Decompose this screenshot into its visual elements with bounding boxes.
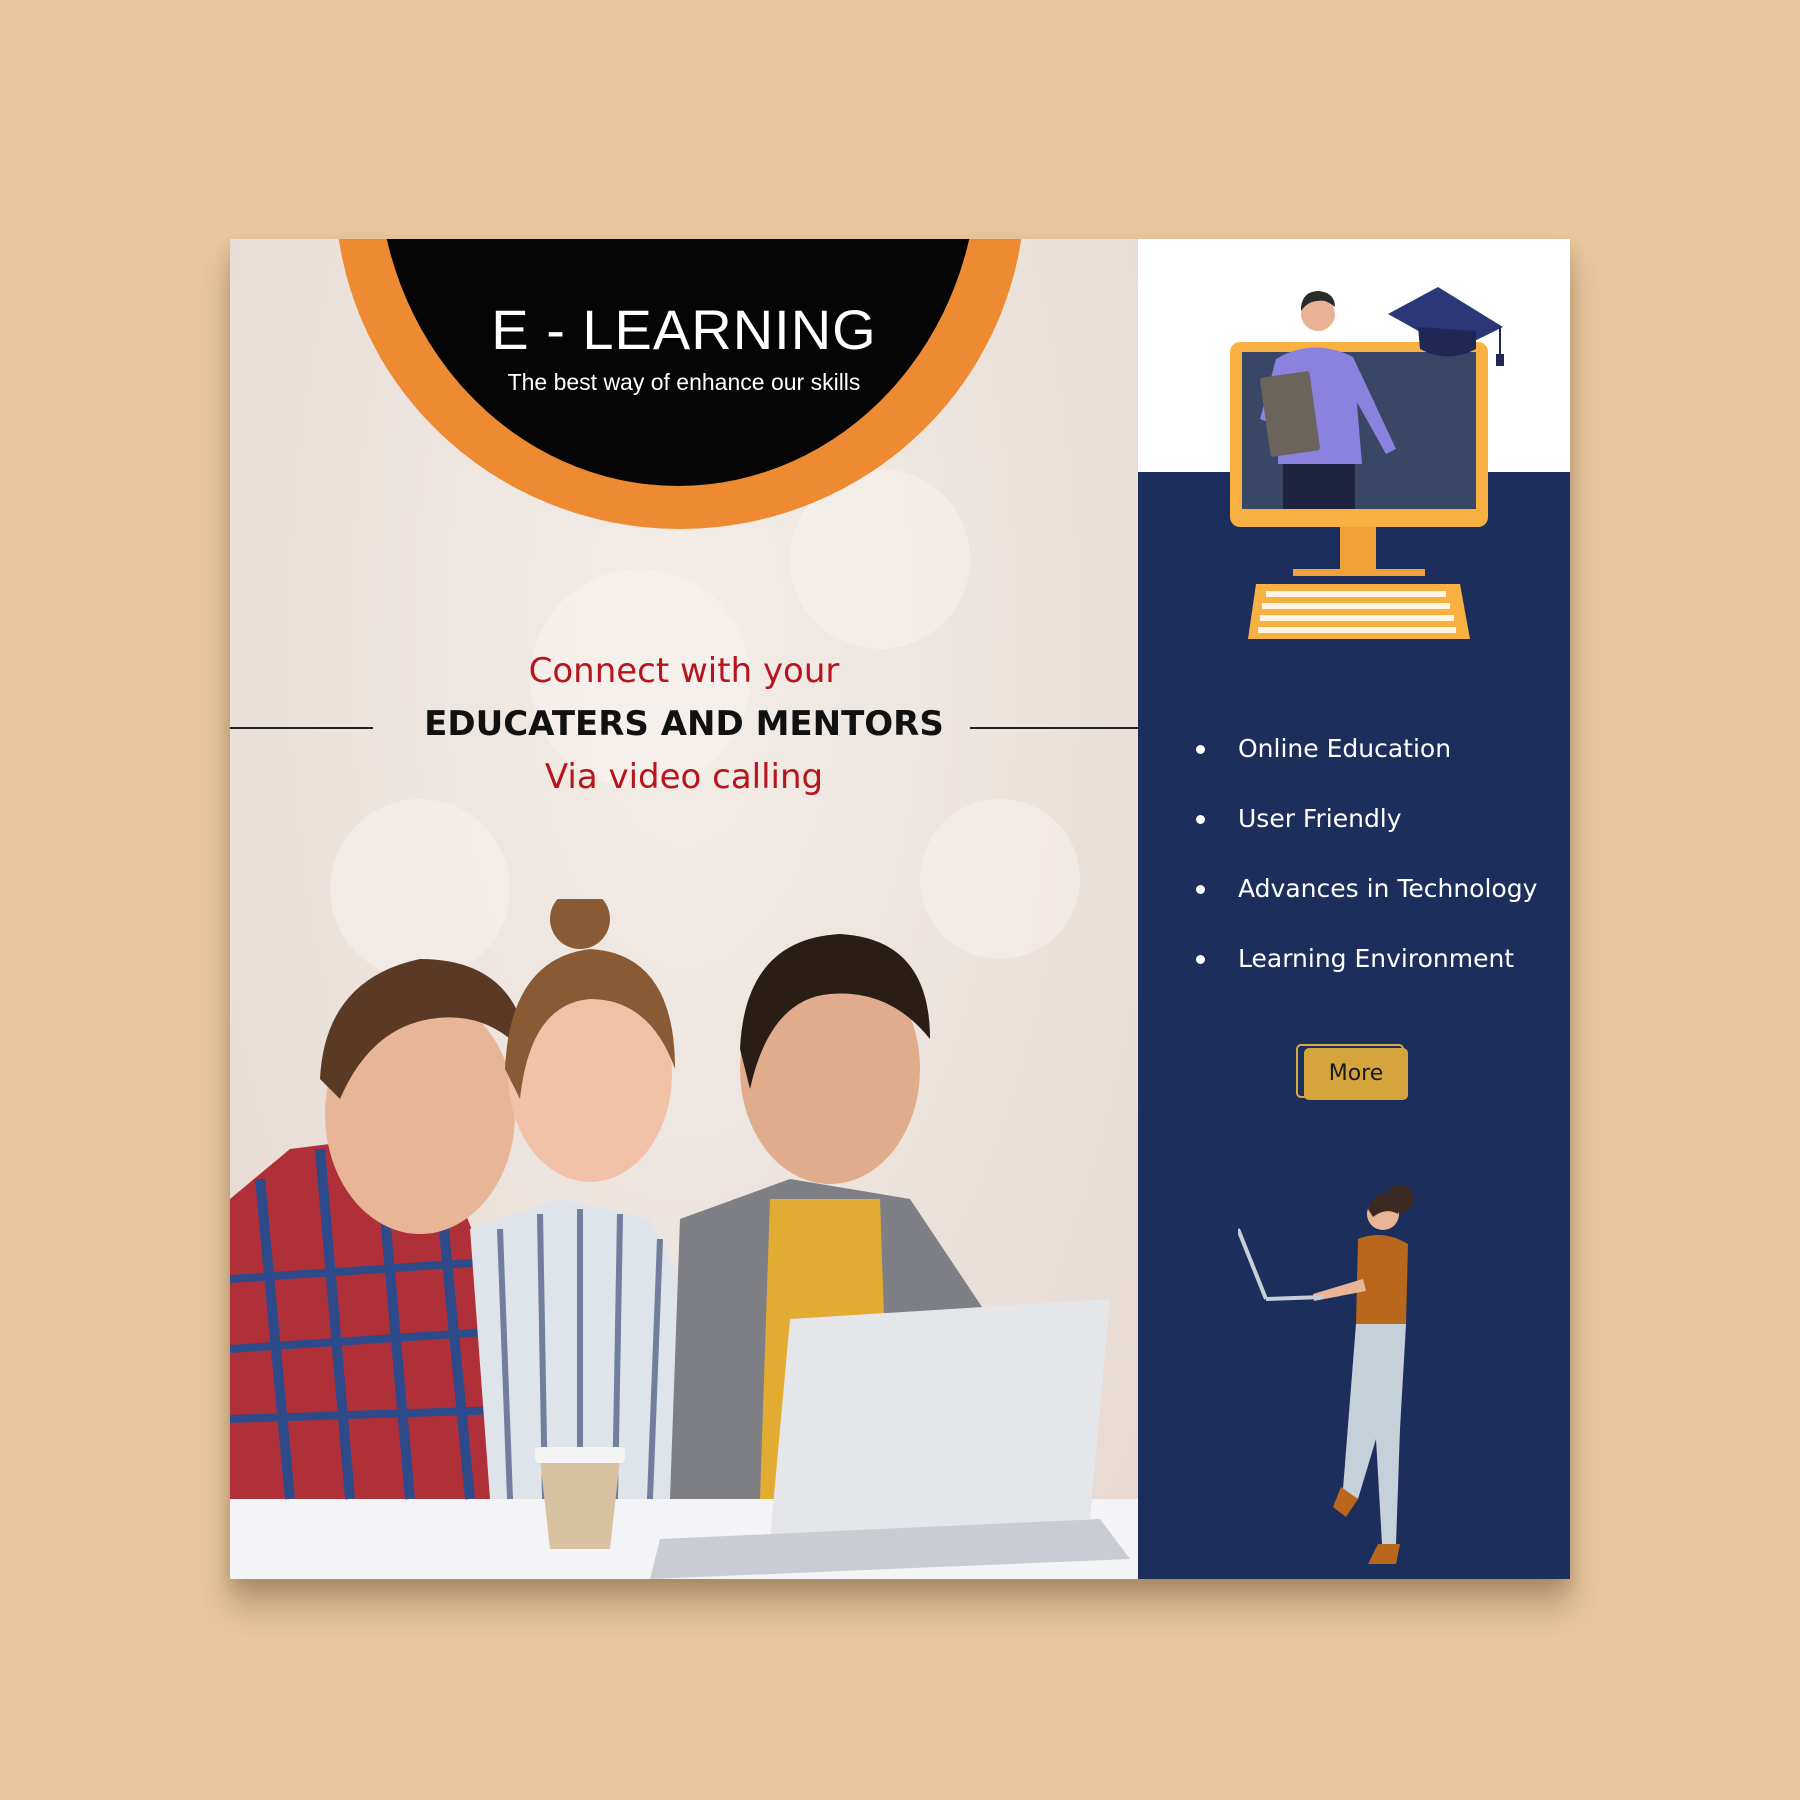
- feature-label: Online Education: [1238, 734, 1452, 763]
- feature-item: Advances in Technology: [1196, 874, 1570, 944]
- feature-item: Online Education: [1196, 734, 1570, 804]
- bullet-icon: [1196, 815, 1205, 824]
- bullet-icon: [1196, 885, 1205, 894]
- feature-label: Advances in Technology: [1238, 874, 1538, 903]
- students-photo: [230, 899, 1138, 1579]
- online-teacher-illustration: [1230, 287, 1504, 639]
- left-panel: E - LEARNING The best way of enhance our…: [230, 239, 1138, 1579]
- elearning-card: E - LEARNING The best way of enhance our…: [230, 239, 1570, 1579]
- feature-item: Learning Environment: [1196, 944, 1570, 1014]
- feature-list: Online Education User Friendly Advances …: [1196, 734, 1570, 1014]
- keyboard-icon: [1248, 584, 1470, 639]
- headline-line3: Via video calling: [544, 757, 824, 797]
- feature-label: Learning Environment: [1238, 944, 1515, 973]
- right-panel: Online Education User Friendly Advances …: [1138, 239, 1570, 1579]
- headline-line1: Connect with your: [528, 651, 840, 691]
- feature-item: User Friendly: [1196, 804, 1570, 874]
- bullet-icon: [1196, 745, 1205, 754]
- feature-label: User Friendly: [1238, 804, 1402, 833]
- bullet-icon: [1196, 955, 1205, 964]
- brand-title: E - LEARNING: [491, 298, 877, 361]
- headline-line2: EDUCATERS AND MENTORS: [424, 704, 944, 744]
- brand-tagline: The best way of enhance our skills: [507, 369, 861, 395]
- more-button[interactable]: More: [1304, 1048, 1408, 1100]
- more-button-wrapper: More: [1296, 1044, 1408, 1100]
- woman-with-laptop-illustration: [1238, 1185, 1414, 1564]
